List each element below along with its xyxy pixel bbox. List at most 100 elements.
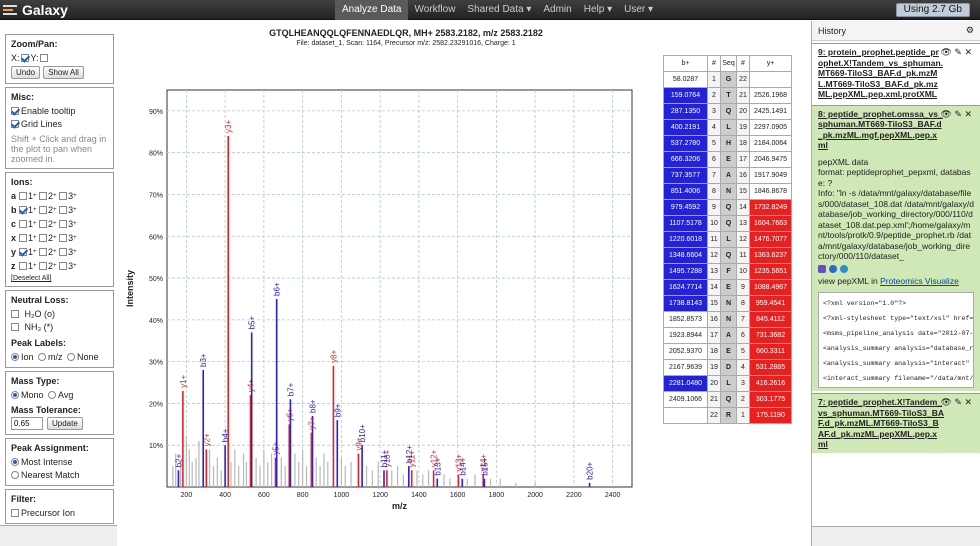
zoom-x-checkbox[interactable] [20, 53, 29, 62]
y-ion-cell: 1732.8249 [749, 199, 792, 216]
update-button[interactable]: Update [47, 417, 83, 430]
h2o-checkbox[interactable] [11, 309, 19, 318]
b-index-cell: 3 [707, 103, 721, 120]
history-scrollbar[interactable] [812, 526, 980, 546]
y-ion-cell: 175.1190 [749, 407, 792, 424]
y-ion-cell: 1846.8678 [749, 183, 792, 200]
tooltip-checkbox[interactable] [11, 106, 19, 115]
b-ion-cell: 1738.8143 [663, 295, 708, 312]
x-axis-label: m/z [392, 501, 408, 511]
info-icon[interactable] [829, 264, 837, 273]
nearest-match-radio[interactable] [11, 470, 19, 479]
dataset-7[interactable]: 👁 ✎ ✕ 7: peptide_prophet.X!Tandem_vs_sph… [812, 393, 980, 453]
b-ion-cell: 2167.9639 [663, 359, 708, 376]
b-ion-cell: 2409.1066 [663, 391, 708, 408]
spectrum-svg[interactable]: 10% 20% 30% 40% 50% 60% 70% 80% 90% 200 400 600 800 1… [117, 55, 657, 515]
dataset-8-format: pepXML data [818, 156, 869, 167]
b-ion-cell: 851.4006 [663, 183, 708, 200]
x-tick-label: 2200 [566, 492, 582, 499]
b-index-cell: 12 [707, 247, 721, 264]
avg-radio[interactable] [48, 390, 57, 399]
undo-button[interactable]: Undo [11, 66, 41, 79]
zoom-y-checkbox[interactable] [39, 53, 48, 62]
most-intense-radio[interactable] [11, 457, 19, 466]
residue-cell: L [720, 375, 737, 392]
y-ion-cell: 2297.0905 [749, 119, 792, 136]
y-tick-label: 50% [149, 276, 163, 283]
label-ion-radio[interactable] [11, 352, 19, 361]
save-icon[interactable] [818, 264, 826, 273]
nav-admin[interactable]: Admin [537, 0, 577, 20]
masthead: Galaxy Analyze Data Workflow Shared Data… [0, 0, 980, 20]
x-tick-label: 2400 [605, 492, 621, 499]
peak-label: b7+ [286, 382, 295, 396]
nav-analyze-data[interactable]: Analyze Data [335, 0, 409, 20]
b-ion-cell: 400.2191 [663, 119, 708, 136]
ion-row-b: b 1 + 2 + 3 + [11, 205, 77, 215]
b-ion-cell: 159.0764 [663, 87, 708, 104]
label-none-radio[interactable] [67, 352, 76, 361]
y-index-cell: 5 [736, 343, 750, 360]
ion-row-y: y 1 + 2 + 3 + [11, 247, 77, 257]
residue-cell: F [720, 263, 737, 280]
mono-radio[interactable] [11, 390, 19, 399]
residue-cell: N [720, 183, 737, 200]
nav-help[interactable]: Help ▾ [578, 0, 618, 20]
nh3-checkbox[interactable] [11, 322, 19, 331]
dataset-9[interactable]: 👁 ✎ ✕ 9: protein_prophet.peptide_prophet… [812, 43, 980, 103]
y-index-cell: 1 [736, 407, 750, 424]
history-options-icon[interactable]: ⚙ [966, 25, 974, 36]
label-mz-radio[interactable] [38, 352, 47, 361]
peak-label: y11+ [408, 450, 417, 467]
dataset-8-icons [818, 264, 974, 273]
b-ion-cell: 1495.7288 [663, 263, 708, 280]
residue-cell: Q [720, 215, 737, 232]
spectrum-plot[interactable]: 10% 20% 30% 40% 50% 60% 70% 80% 90% 200 400 600 800 1… [117, 55, 657, 515]
nav-workflow[interactable]: Workflow [408, 0, 461, 20]
left-scrollbar[interactable] [0, 525, 117, 546]
ion-table-row: 1107.5178 10 Q 13 1604.7663 [663, 215, 792, 232]
peak-label: b13+ [433, 457, 442, 475]
y-tick-label: 40% [149, 318, 163, 325]
ion-table-row: 537.2780 5 H 18 2184.0064 [663, 135, 792, 152]
peak-label: b10+ [358, 424, 367, 442]
proteomics-visualize-link[interactable]: Proteomics Visualize [880, 276, 959, 286]
y-ion-cell: 1604.7663 [749, 215, 792, 232]
y-ion-cell: 731.3682 [749, 327, 792, 344]
deselect-all-link[interactable]: [Deselect All] [11, 275, 108, 282]
y-axis-label: Intensity [125, 270, 135, 307]
x-tick-label: 800 [297, 492, 309, 499]
b-index-cell: 20 [707, 375, 721, 392]
residue-cell: E [720, 151, 737, 168]
x-tick-label: 400 [219, 492, 231, 499]
show-all-button[interactable]: Show All [43, 66, 84, 79]
b-index-cell: 16 [707, 311, 721, 328]
y-ion-cell: 845.4112 [749, 311, 792, 328]
x-tick-label: 1800 [489, 492, 505, 499]
y-index-cell: 14 [736, 199, 750, 216]
mass-tolerance-input[interactable] [11, 417, 43, 430]
nav-user[interactable]: User ▾ [618, 0, 659, 20]
b-ion-cell: 287.1350 [663, 103, 708, 120]
y-index-cell: 3 [736, 375, 750, 392]
b-ion-cell: 58.0287 [663, 71, 708, 88]
galaxy-logo[interactable]: Galaxy [3, 1, 68, 19]
peak-label: b15+ [480, 457, 489, 475]
residue-cell: Q [720, 199, 737, 216]
dataset-actions-icon[interactable]: 👁 ✎ ✕ [940, 47, 972, 58]
main-nav: Analyze Data Workflow Shared Data ▾ Admi… [335, 0, 659, 20]
y-index-cell: 19 [736, 119, 750, 136]
residue-cell: A [720, 167, 737, 184]
rerun-icon[interactable] [840, 264, 848, 273]
dataset-actions-icon[interactable]: 👁 ✎ ✕ [940, 397, 972, 408]
precursor-checkbox[interactable] [11, 508, 19, 517]
y-tick-label: 90% [149, 109, 163, 116]
nav-shared-data[interactable]: Shared Data ▾ [461, 0, 537, 20]
dataset-8-info: Info: "ln -s /data/mnt/galaxy/database/f… [818, 188, 974, 261]
dataset-actions-icon[interactable]: 👁 ✎ ✕ [940, 109, 972, 120]
grid-checkbox[interactable] [11, 119, 19, 128]
dataset-8[interactable]: 👁 ✎ ✕ 8: peptide_prophet.omssa_vs_sphuma… [812, 104, 980, 391]
b-index-cell: 11 [707, 231, 721, 248]
misc-box: Misc: Enable tooltip Grid Lines Shift + … [5, 87, 114, 169]
y-ion-cell: 531.2885 [749, 359, 792, 376]
